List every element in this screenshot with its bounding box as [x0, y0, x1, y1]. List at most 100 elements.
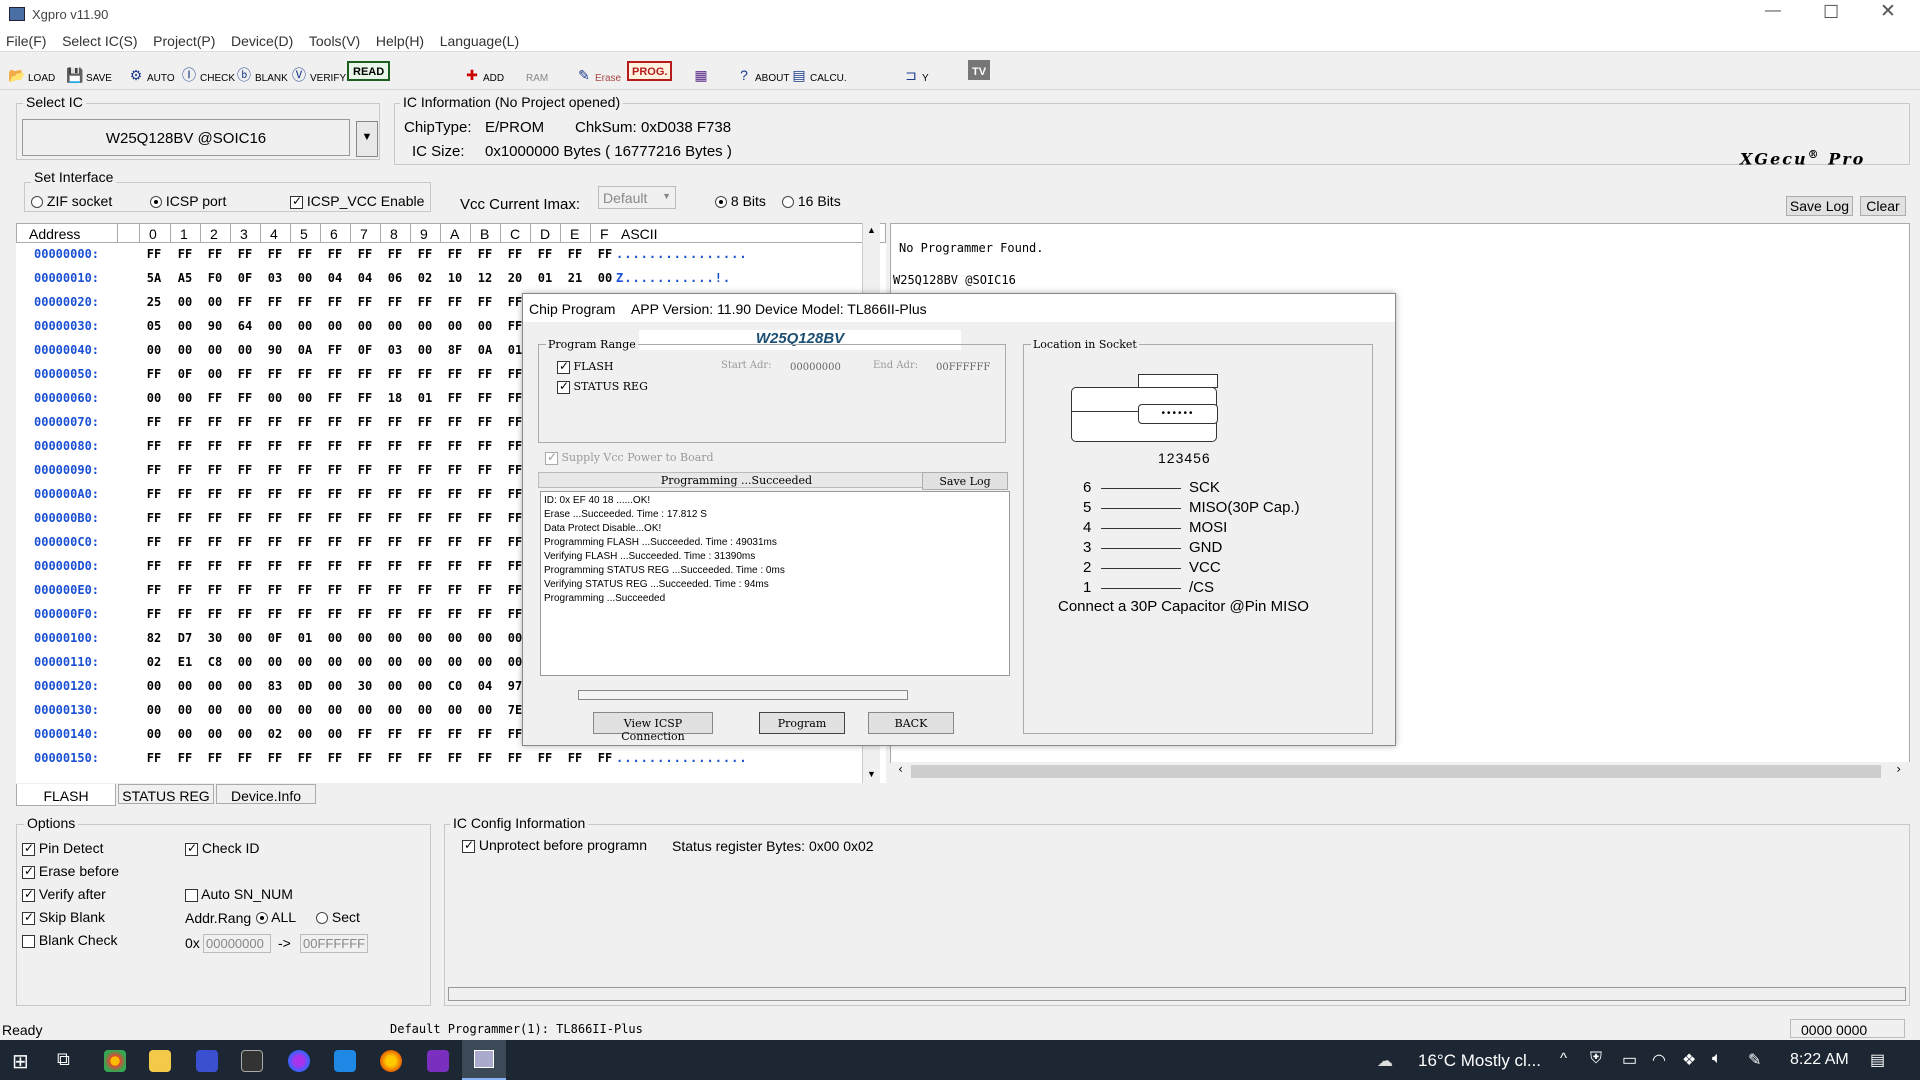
- close-icon[interactable]: ✕: [1880, 0, 1896, 23]
- hex-byte[interactable]: 00: [293, 727, 317, 741]
- view-icsp-button[interactable]: View ICSP Connection: [593, 712, 713, 743]
- hex-byte[interactable]: FF: [443, 751, 467, 765]
- hex-byte[interactable]: 00: [293, 319, 317, 333]
- hex-byte[interactable]: FF: [323, 439, 347, 453]
- hex-byte[interactable]: 00: [233, 703, 257, 717]
- hex-byte[interactable]: FF: [173, 751, 197, 765]
- hex-byte[interactable]: 8F: [443, 343, 467, 357]
- hex-byte[interactable]: FF: [233, 439, 257, 453]
- hex-byte[interactable]: FF: [323, 247, 347, 261]
- back-button[interactable]: BACK: [868, 712, 954, 734]
- tab-status-reg[interactable]: STATUS REG: [118, 784, 214, 804]
- zif-socket-radio[interactable]: ZIF socket: [31, 193, 112, 209]
- hex-byte[interactable]: D7: [173, 631, 197, 645]
- addr-all-radio[interactable]: ALL: [256, 909, 296, 925]
- hex-byte[interactable]: FF: [383, 295, 407, 309]
- hex-byte[interactable]: FF: [353, 439, 377, 453]
- hex-byte[interactable]: FF: [233, 607, 257, 621]
- hex-byte[interactable]: 00: [443, 631, 467, 645]
- supply-vcc-checkbox[interactable]: Supply Vcc Power to Board: [545, 450, 714, 465]
- hex-byte[interactable]: 00: [323, 319, 347, 333]
- menu-help[interactable]: Help(H): [370, 30, 430, 52]
- hex-byte[interactable]: FF: [443, 391, 467, 405]
- hex-byte[interactable]: 04: [473, 679, 497, 693]
- save-button[interactable]: 💾 SAVE: [66, 58, 112, 85]
- hex-byte[interactable]: 00: [142, 679, 166, 693]
- hex-byte[interactable]: FF: [473, 559, 497, 573]
- hex-byte[interactable]: FF: [473, 607, 497, 621]
- hex-byte[interactable]: A5: [173, 271, 197, 285]
- hex-byte[interactable]: 21: [563, 271, 587, 285]
- hex-byte[interactable]: FF: [142, 607, 166, 621]
- hex-byte[interactable]: 00: [263, 655, 287, 669]
- hex-byte[interactable]: FF: [323, 607, 347, 621]
- hex-byte[interactable]: 83: [263, 679, 287, 693]
- hex-byte[interactable]: 06: [383, 271, 407, 285]
- prog-button[interactable]: PROG.: [627, 61, 673, 81]
- menu-device[interactable]: Device(D): [225, 30, 299, 52]
- ram-button[interactable]: RAM: [526, 58, 548, 84]
- hex-byte[interactable]: FF: [142, 367, 166, 381]
- hex-byte[interactable]: FF: [293, 487, 317, 501]
- hex-byte[interactable]: FF: [173, 511, 197, 525]
- hex-byte[interactable]: 01: [533, 271, 557, 285]
- hex-byte[interactable]: FF: [293, 559, 317, 573]
- hex-byte[interactable]: FF: [263, 559, 287, 573]
- hex-byte[interactable]: FF: [473, 391, 497, 405]
- addr-to-input[interactable]: 00FFFFFF: [300, 934, 368, 953]
- hex-byte[interactable]: 00: [413, 703, 437, 717]
- hex-byte[interactable]: FF: [203, 559, 227, 573]
- hex-byte[interactable]: FF: [413, 583, 437, 597]
- hex-byte[interactable]: FF: [263, 463, 287, 477]
- hex-byte[interactable]: 00: [142, 727, 166, 741]
- hex-byte[interactable]: 00: [142, 343, 166, 357]
- icsp-vcc-checkbox[interactable]: ICSP_VCC Enable: [290, 193, 424, 209]
- hex-byte[interactable]: FF: [413, 751, 437, 765]
- hex-byte[interactable]: FF: [173, 463, 197, 477]
- hex-byte[interactable]: FF: [323, 511, 347, 525]
- hex-byte[interactable]: FF: [443, 583, 467, 597]
- hex-byte[interactable]: FF: [413, 367, 437, 381]
- hex-byte[interactable]: FF: [353, 295, 377, 309]
- load-button[interactable]: 📂 LOAD: [8, 58, 55, 85]
- clock[interactable]: 8:22 AM: [1790, 1051, 1849, 1069]
- hex-byte[interactable]: FF: [413, 607, 437, 621]
- browser-icon[interactable]: [288, 1050, 310, 1072]
- menu-select-ic[interactable]: Select IC(S): [56, 30, 143, 52]
- hex-byte[interactable]: 0F: [233, 271, 257, 285]
- hex-byte[interactable]: FF: [413, 727, 437, 741]
- hex-byte[interactable]: 00: [263, 703, 287, 717]
- hex-byte[interactable]: 00: [353, 655, 377, 669]
- vscode-icon[interactable]: [334, 1050, 356, 1072]
- hex-byte[interactable]: 20: [503, 271, 527, 285]
- hex-byte[interactable]: FF: [443, 559, 467, 573]
- hex-byte[interactable]: FF: [203, 535, 227, 549]
- hex-byte[interactable]: FF: [443, 295, 467, 309]
- hex-byte[interactable]: FF: [293, 535, 317, 549]
- hex-byte[interactable]: 00: [233, 343, 257, 357]
- hex-byte[interactable]: 00: [203, 703, 227, 717]
- hex-byte[interactable]: FF: [203, 487, 227, 501]
- hex-byte[interactable]: FF: [142, 487, 166, 501]
- hex-byte[interactable]: FF: [233, 559, 257, 573]
- hex-byte[interactable]: FF: [323, 535, 347, 549]
- hex-byte[interactable]: FF: [263, 295, 287, 309]
- hex-byte[interactable]: FF: [473, 487, 497, 501]
- addr-sect-radio[interactable]: Sect: [316, 909, 360, 925]
- hex-byte[interactable]: FF: [263, 751, 287, 765]
- erase-before-checkbox[interactable]: Erase before: [22, 863, 119, 879]
- hex-byte[interactable]: FF: [142, 415, 166, 429]
- hex-byte[interactable]: 00: [142, 391, 166, 405]
- hex-byte[interactable]: FF: [443, 415, 467, 429]
- hex-byte[interactable]: FF: [443, 439, 467, 453]
- hex-byte[interactable]: FF: [173, 247, 197, 261]
- hex-byte[interactable]: FF: [473, 247, 497, 261]
- pin-detect-checkbox[interactable]: Pin Detect: [22, 840, 103, 856]
- hex-byte[interactable]: 00: [233, 655, 257, 669]
- hex-byte[interactable]: 00: [473, 319, 497, 333]
- clear-button[interactable]: Clear: [1860, 196, 1906, 216]
- flash-checkbox[interactable]: FLASH: [557, 359, 614, 374]
- hex-byte[interactable]: FF: [142, 511, 166, 525]
- hex-byte[interactable]: 0A: [293, 343, 317, 357]
- pen-icon[interactable]: ✎: [1748, 1050, 1761, 1070]
